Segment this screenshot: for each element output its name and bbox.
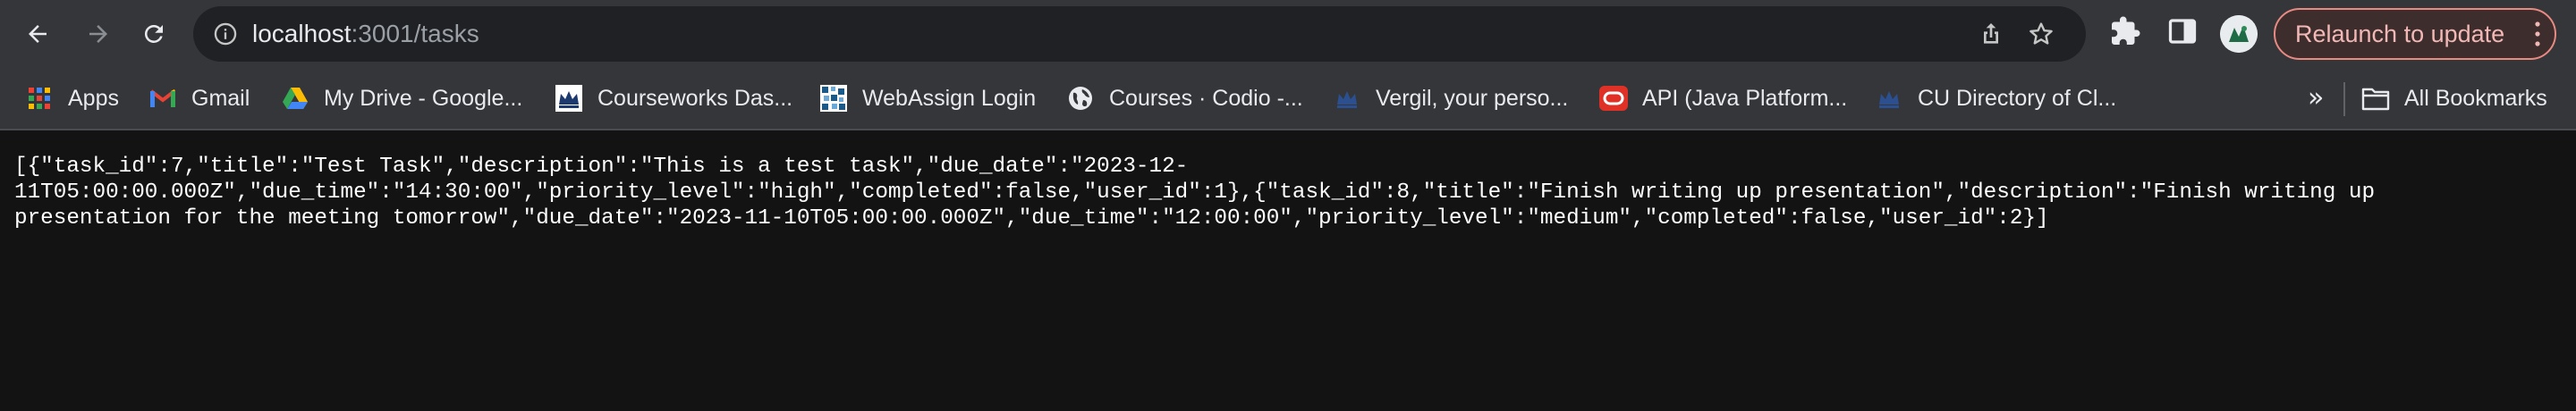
json-line: 11T05:00:00.000Z","due_time":"14:30:00",… [14,180,2376,205]
all-bookmarks-button[interactable]: All Bookmarks [2361,68,2547,129]
bookmark-cu-directory[interactable]: CU Directory of Cl... [1875,68,2116,129]
google-drive-icon [281,84,309,113]
reload-button[interactable] [131,11,177,57]
address-bar[interactable]: localhost:3001/tasks [193,6,2086,62]
json-line: [{"task_id":7,"title":"Test Task","descr… [14,155,1189,179]
bookmark-gmail[interactable]: Gmail [148,68,250,129]
url-path: :3001/tasks [351,20,479,47]
bookmark-label: CU Directory of Cl... [1918,85,2117,111]
arrow-left-icon [29,25,47,43]
bookmark-label: My Drive - Google... [324,85,523,111]
oracle-icon [1599,84,1628,113]
bookmark-apps[interactable]: Apps [25,68,119,129]
bookmark-label: API (Java Platform... [1642,85,1848,111]
globe-icon [1066,84,1095,113]
browser-toolbar: localhost:3001/tasks Relaunch to update [0,0,2576,68]
all-bookmarks-label: All Bookmarks [2404,85,2547,111]
url-host: localhost [252,20,352,47]
bookmark-label: WebAssign Login [862,85,1037,111]
webassign-icon [819,84,848,113]
bookmark-label: Courseworks Das... [597,85,793,111]
folder-icon [2361,84,2390,113]
bookmark-vergil[interactable]: Vergil, your perso... [1333,68,1568,129]
bookmark-java-api[interactable]: API (Java Platform... [1599,68,1847,129]
reload-icon [144,24,163,43]
bookmark-courseworks[interactable]: Courseworks Das... [555,68,792,129]
side-panel-icon[interactable] [2166,15,2199,47]
bookmarks-overflow-chevron[interactable]: » [2308,85,2324,112]
bookmark-my-drive[interactable]: My Drive - Google... [281,68,522,129]
bookmark-label: Gmail [191,85,250,111]
chrome-menu-icon[interactable] [2535,21,2540,47]
url-text[interactable]: localhost:3001/tasks [252,6,479,62]
relaunch-to-update-button[interactable]: Relaunch to update [2274,8,2556,60]
profile-avatar-icon [2220,15,2258,53]
bookmark-star-icon[interactable] [2027,20,2055,48]
bookmark-label: Vergil, your perso... [1376,85,1569,111]
extensions-puzzle-icon[interactable] [2109,15,2141,47]
columbia-crown-icon [555,84,583,113]
columbia-crown-icon [1333,84,1361,113]
bookmarks-divider [2343,82,2345,116]
relaunch-label: Relaunch to update [2295,21,2505,47]
bookmark-codio-courses[interactable]: Courses · Codio -... [1066,68,1303,129]
bookmark-webassign[interactable]: WebAssign Login [819,68,1036,129]
share-icon[interactable] [1977,20,2005,48]
columbia-crown-icon [1875,84,1903,113]
bookmarks-bar: Apps Gmail My Drive - Google... Coursewo… [0,68,2576,130]
profile-avatar[interactable] [2220,15,2258,53]
back-button[interactable] [14,11,61,57]
arrow-right-icon [89,25,107,43]
apps-grid-icon [25,84,54,113]
json-response-text: [{"task_id":7,"title":"Test Task","descr… [14,154,2563,231]
bookmark-label: Courses · Codio -... [1109,85,1303,111]
bookmark-label: Apps [68,85,119,111]
json-line: presentation for the meeting tomorrow","… [14,206,2049,231]
site-info-icon[interactable] [213,21,238,46]
gmail-icon [148,84,177,113]
page-content: [{"task_id":7,"title":"Test Task","descr… [0,132,2576,411]
forward-button[interactable] [75,11,122,57]
